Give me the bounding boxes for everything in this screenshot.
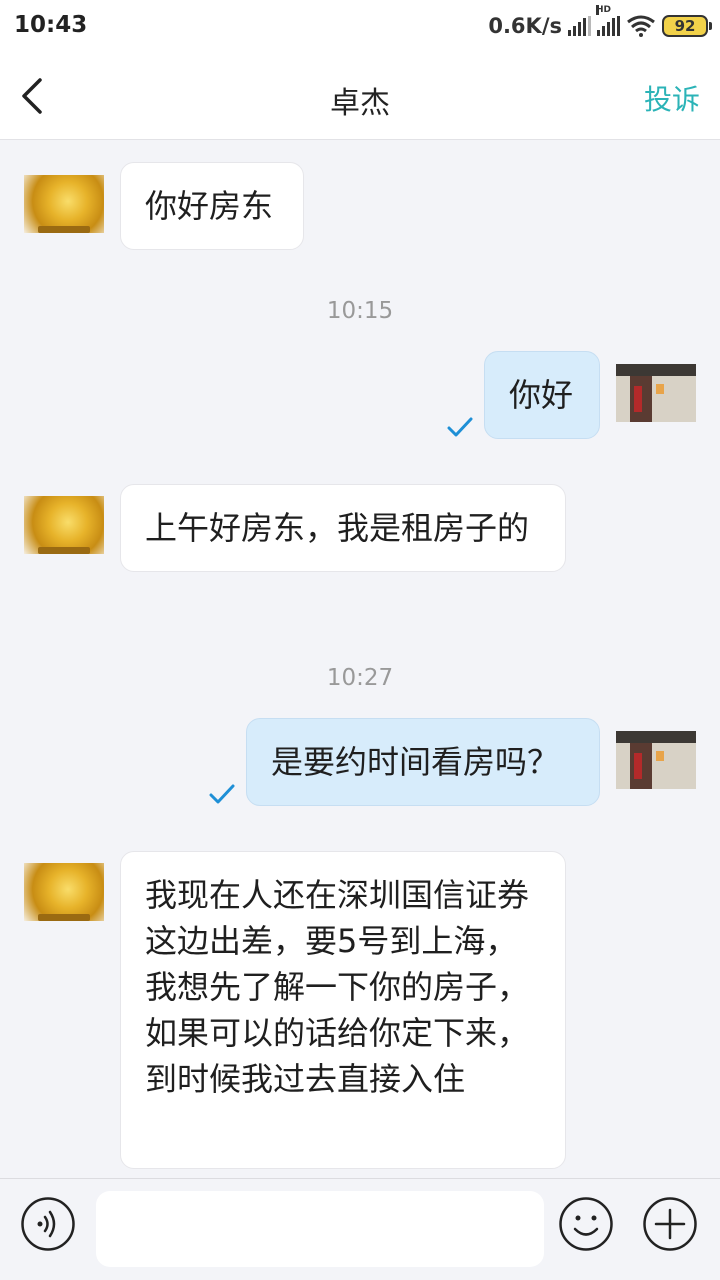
input-bar (0, 1178, 720, 1280)
outgoing-message[interactable]: 是要约时间看房吗？ (246, 718, 600, 806)
plus-icon[interactable] (642, 1196, 698, 1252)
chat-header: 卓杰 投诉 (0, 52, 720, 140)
complain-button[interactable]: 投诉 (644, 78, 700, 118)
status-icons: 0.6K/s HD 92 (488, 5, 712, 42)
incoming-message[interactable]: 我现在人还在深圳国信证券这边出差，要5号到上海，我想先了解一下你的房子，如果可以… (120, 851, 566, 1169)
message-text: 我现在人还在深圳国信证券这边出差，要5号到上海，我想先了解一下你的房子，如果可以… (145, 876, 530, 1098)
read-check-icon (209, 784, 235, 804)
hd-label: HD (596, 5, 612, 15)
network-speed: 0.6K/s (488, 14, 562, 38)
cell-signal-icon (568, 16, 591, 36)
incoming-message[interactable]: 上午好房东，我是租房子的 (120, 484, 566, 572)
message-text: 你好房东 (145, 187, 274, 225)
status-time: 10:43 (14, 12, 88, 38)
message-text: 上午好房东，我是租房子的 (145, 509, 530, 547)
read-check-icon (447, 417, 473, 437)
chat-title: 卓杰 (330, 86, 390, 121)
contact-avatar[interactable] (24, 175, 104, 233)
status-bar: 10:43 0.6K/s HD 92 (0, 0, 720, 52)
hd-signal-icon: HD (596, 5, 620, 36)
contact-avatar[interactable] (24, 496, 104, 554)
message-list[interactable]: 你好房东 10:15 你好 上午好房东，我是租房子的 10:27 是要约时间看房… (0, 141, 720, 1178)
message-text: 你好 (509, 376, 574, 414)
incoming-message[interactable]: 你好房东 (120, 162, 304, 250)
voice-input-icon[interactable] (20, 1196, 76, 1252)
message-text: 是要约时间看房吗？ (271, 743, 560, 781)
my-avatar[interactable] (616, 731, 696, 789)
my-avatar[interactable] (616, 364, 696, 422)
contact-avatar[interactable] (24, 863, 104, 921)
outgoing-message[interactable]: 你好 (484, 351, 600, 439)
battery-icon: 92 (662, 15, 712, 37)
message-input[interactable] (96, 1191, 544, 1267)
emoji-icon[interactable] (558, 1196, 614, 1252)
wifi-icon (627, 15, 655, 37)
message-timestamp: 10:27 (326, 665, 394, 691)
message-timestamp: 10:15 (326, 298, 394, 324)
